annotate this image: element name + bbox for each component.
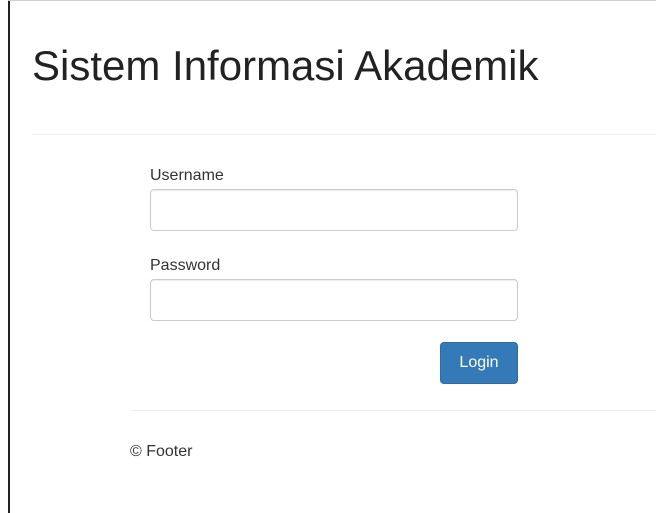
page-frame: Sistem Informasi Akademik Username Passw… (0, 0, 656, 513)
window-left-border (8, 0, 10, 513)
password-input[interactable] (150, 279, 518, 321)
footer-divider (130, 410, 656, 411)
window-top-border (8, 0, 656, 1)
password-label: Password (150, 257, 221, 274)
header-divider (32, 134, 656, 135)
username-input[interactable] (150, 189, 518, 231)
footer-text: © Footer (130, 443, 193, 460)
login-button[interactable]: Login (440, 342, 518, 384)
page-title: Sistem Informasi Akademik (32, 42, 539, 89)
username-label: Username (150, 167, 224, 184)
